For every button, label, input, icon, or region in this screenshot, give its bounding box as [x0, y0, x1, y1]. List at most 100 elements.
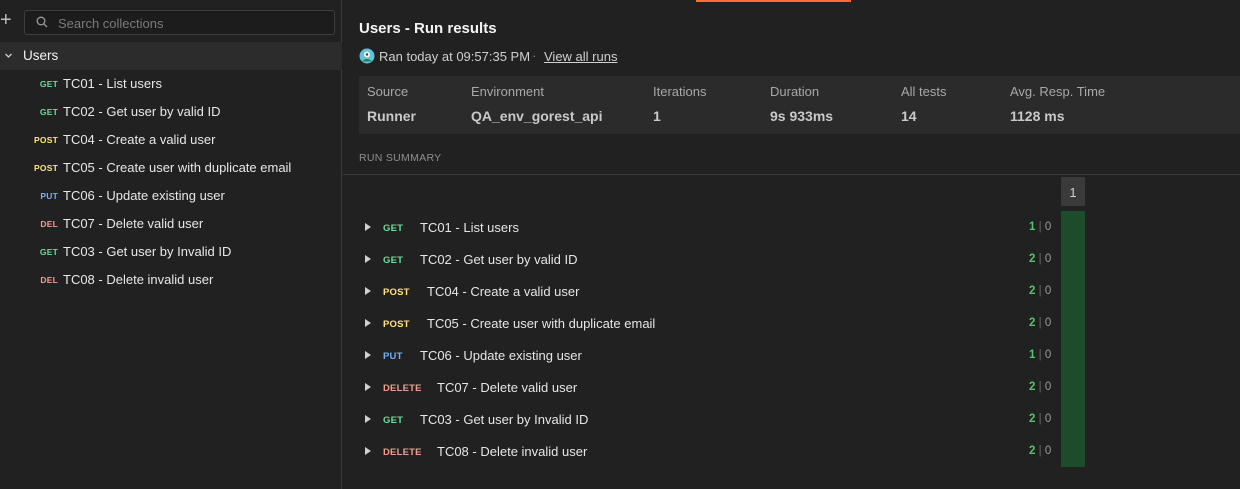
stat-value: QA_env_gorest_api: [471, 108, 603, 124]
stat-label: Avg. Resp. Time: [1010, 84, 1106, 99]
result-row[interactable]: POST TC04 - Create a valid user 2 | 0: [343, 275, 1085, 307]
method-badge: DEL: [40, 275, 58, 285]
request-name: TC06 - Update existing user: [420, 348, 582, 363]
sidebar-request-item[interactable]: POST TC05 - Create user with duplicate em…: [0, 154, 342, 182]
method-badge: GET: [39, 247, 58, 257]
expand-arrow-icon[interactable]: [365, 351, 371, 359]
result-row[interactable]: GET TC01 - List users 1 | 0: [343, 211, 1085, 243]
request-name: TC01 - List users: [420, 220, 519, 235]
test-result-counts: 2 | 0: [1029, 381, 1051, 393]
stat-value: 1128 ms: [1010, 108, 1065, 124]
passed-count: 2: [1029, 317, 1036, 329]
stat-label: Duration: [770, 84, 820, 99]
search-icon: [36, 16, 48, 28]
sidebar-request-item[interactable]: GET TC01 - List users: [0, 70, 342, 98]
result-row[interactable]: DELETE TC08 - Delete invalid user 2 | 0: [343, 435, 1085, 467]
passed-count: 2: [1029, 253, 1036, 265]
request-name: TC02 - Get user by valid ID: [63, 104, 221, 119]
sidebar-request-item[interactable]: DEL TC07 - Delete valid user: [0, 210, 342, 238]
request-name: TC07 - Delete valid user: [63, 216, 204, 231]
result-separator: |: [1038, 413, 1042, 425]
request-name: TC02 - Get user by valid ID: [420, 252, 578, 267]
passed-count: 2: [1029, 381, 1036, 393]
test-result-counts: 1 | 0: [1029, 349, 1051, 361]
failed-count: 0: [1044, 317, 1052, 329]
collection-users[interactable]: Users: [0, 42, 342, 70]
failed-count: 0: [1044, 285, 1052, 297]
user-avatar-icon: [359, 48, 375, 64]
expand-arrow-icon[interactable]: [365, 255, 371, 263]
test-result-counts: 1 | 0: [1029, 221, 1051, 233]
search-input[interactable]: [58, 14, 328, 32]
result-separator: |: [1038, 317, 1042, 329]
expand-arrow-icon[interactable]: [365, 319, 371, 327]
passed-count: 1: [1029, 221, 1036, 233]
stat-value: 1: [653, 108, 661, 124]
result-separator: |: [1038, 349, 1042, 361]
request-name: TC07 - Delete valid user: [437, 380, 578, 395]
view-all-runs-link[interactable]: View all runs: [544, 49, 617, 64]
expand-arrow-icon[interactable]: [365, 383, 371, 391]
stat-label: All tests: [901, 84, 947, 99]
run-timestamp: Ran today at 09:57:35 PM: [379, 49, 531, 64]
request-name: TC06 - Update existing user: [63, 188, 225, 203]
failed-count: 0: [1044, 413, 1052, 425]
request-name: TC04 - Create a valid user: [63, 132, 216, 147]
request-name: TC08 - Delete invalid user: [437, 444, 588, 459]
request-name: TC03 - Get user by Invalid ID: [420, 412, 589, 427]
test-result-counts: 2 | 0: [1029, 253, 1051, 265]
result-row[interactable]: PUT TC06 - Update existing user 1 | 0: [343, 339, 1085, 371]
iteration-header[interactable]: 1: [1061, 177, 1085, 206]
request-name: TC03 - Get user by Invalid ID: [63, 244, 232, 259]
expand-arrow-icon[interactable]: [365, 415, 371, 423]
method-badge: POST: [34, 163, 58, 173]
request-name: TC05 - Create user with duplicate email: [63, 160, 292, 175]
run-summary-heading: RUN SUMMARY: [359, 152, 442, 164]
failed-count: 0: [1044, 221, 1052, 233]
sidebar-request-item[interactable]: GET TC03 - Get user by Invalid ID: [0, 238, 342, 266]
result-separator: |: [1038, 221, 1042, 233]
sidebar-request-item[interactable]: DEL TC08 - Delete invalid user: [0, 266, 342, 294]
sidebar-request-item[interactable]: PUT TC06 - Update existing user: [0, 182, 342, 210]
method-badge: DELETE: [383, 383, 422, 394]
method-badge: POST: [383, 287, 410, 298]
failed-count: 0: [1044, 445, 1052, 457]
expand-arrow-icon[interactable]: [365, 447, 371, 455]
collection-name: Users: [23, 48, 59, 63]
sidebar-request-item[interactable]: GET TC02 - Get user by valid ID: [0, 98, 342, 126]
page-title: Users - Run results: [359, 20, 497, 37]
result-separator: |: [1038, 381, 1042, 393]
sidebar-toolbar: +: [0, 0, 342, 42]
method-badge: GET: [383, 223, 404, 234]
method-badge: GET: [39, 107, 58, 117]
chevron-down-icon[interactable]: [4, 51, 13, 60]
result-separator: |: [1038, 253, 1042, 265]
result-row[interactable]: DELETE TC07 - Delete valid user 2 | 0: [343, 371, 1085, 403]
stat-value: Runner: [367, 108, 416, 124]
result-row[interactable]: GET TC03 - Get user by Invalid ID 2 | 0: [343, 403, 1085, 435]
test-result-counts: 2 | 0: [1029, 285, 1051, 297]
failed-count: 0: [1044, 381, 1052, 393]
passed-count: 2: [1029, 413, 1036, 425]
request-name: TC08 - Delete invalid user: [63, 272, 214, 287]
add-icon[interactable]: +: [0, 10, 16, 32]
method-badge: DEL: [40, 219, 58, 229]
run-stats: Source Runner Environment QA_env_gorest_…: [359, 76, 1240, 134]
expand-arrow-icon[interactable]: [365, 223, 371, 231]
method-badge: GET: [39, 79, 58, 89]
test-result-counts: 2 | 0: [1029, 317, 1051, 329]
method-badge: PUT: [40, 191, 58, 201]
method-badge: POST: [34, 135, 58, 145]
stat-value: 14: [901, 108, 917, 124]
separator-dot: ·: [532, 48, 537, 63]
sidebar-request-item[interactable]: POST TC04 - Create a valid user: [0, 126, 342, 154]
divider: [343, 174, 1240, 175]
expand-arrow-icon[interactable]: [365, 287, 371, 295]
search-box[interactable]: [24, 10, 335, 35]
passed-count: 1: [1029, 349, 1036, 361]
result-row[interactable]: POST TC05 - Create user with duplicate em…: [343, 307, 1085, 339]
stat-label: Environment: [471, 84, 544, 99]
result-row[interactable]: GET TC02 - Get user by valid ID 2 | 0: [343, 243, 1085, 275]
request-name: TC04 - Create a valid user: [427, 284, 580, 299]
request-name: TC05 - Create user with duplicate email: [427, 316, 656, 331]
